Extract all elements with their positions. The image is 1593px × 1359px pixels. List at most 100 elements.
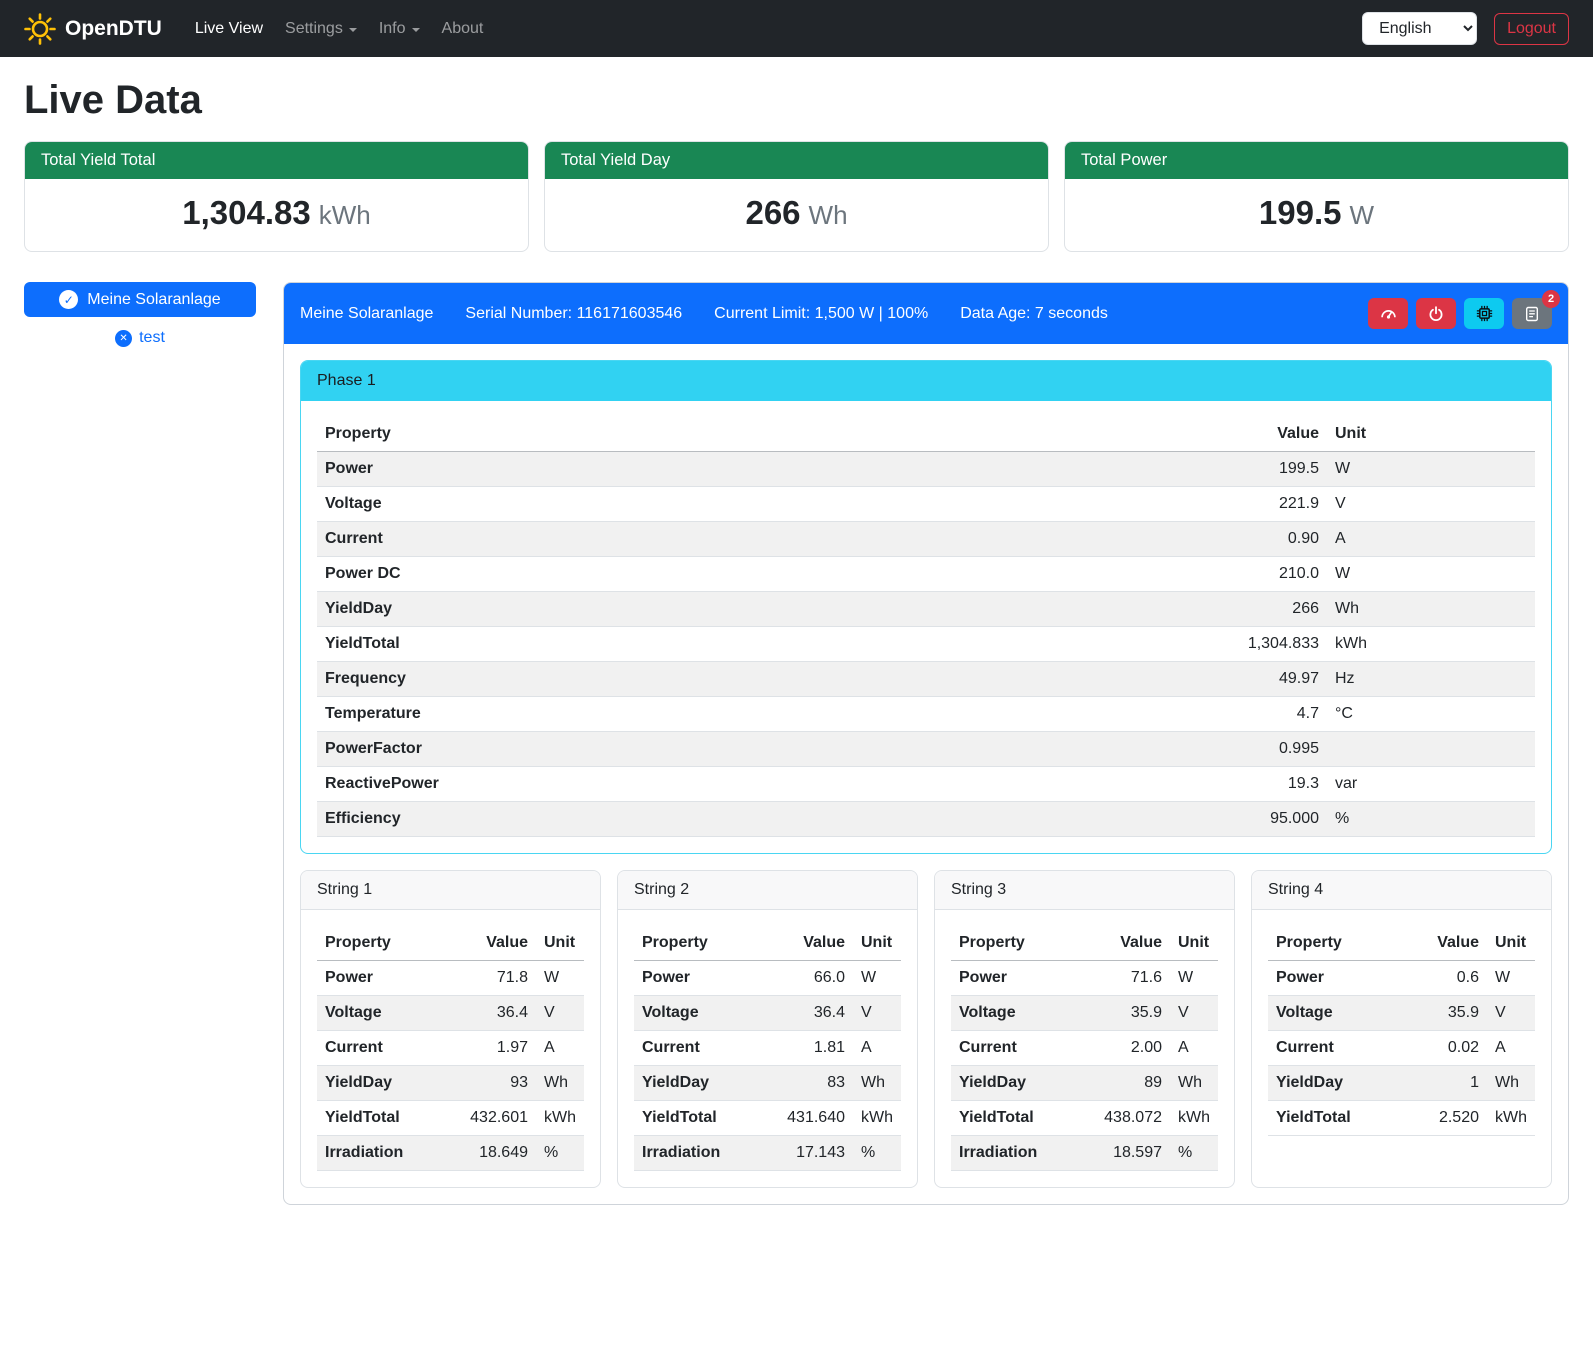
property-cell: ReactivePower [317, 767, 1215, 802]
logout-button[interactable]: Logout [1494, 13, 1569, 45]
property-cell: Current [951, 1031, 1092, 1066]
string-card-title: String 2 [618, 871, 917, 910]
power-toggle-button[interactable] [1416, 298, 1456, 329]
value-cell: 71.8 [458, 961, 536, 996]
language-select[interactable]: English [1362, 12, 1477, 45]
phase-table-body: Power199.5WVoltage221.9VCurrent0.90APowe… [317, 452, 1535, 837]
property-cell: YieldTotal [317, 1101, 458, 1136]
table-row: YieldDay83Wh [634, 1066, 901, 1101]
sun-icon [24, 13, 56, 45]
unit-cell: Wh [1327, 592, 1535, 627]
table-row: YieldTotal431.640kWh [634, 1101, 901, 1136]
property-cell: Irradiation [317, 1136, 458, 1171]
value-cell: 2.00 [1092, 1031, 1170, 1066]
nav-item-live-view[interactable]: Live View [184, 12, 274, 46]
phase-table: Property Value Unit Power199.5WVoltage22… [317, 417, 1535, 837]
property-cell: Power [634, 961, 775, 996]
nav-item-label: Live View [195, 20, 263, 38]
brand[interactable]: OpenDTU [24, 13, 162, 45]
value-cell: 431.640 [775, 1101, 853, 1136]
value-cell: 36.4 [775, 996, 853, 1031]
summary-unit: Wh [809, 200, 848, 230]
unit-cell: kWh [1170, 1101, 1218, 1136]
value-cell: 95.000 [1215, 802, 1327, 837]
value-cell: 432.601 [458, 1101, 536, 1136]
unit-cell: V [1487, 996, 1535, 1031]
property-cell: Current [317, 522, 1215, 557]
column-header-unit: Unit [1327, 417, 1535, 452]
property-cell: Irradiation [634, 1136, 775, 1171]
value-cell: 35.9 [1409, 996, 1487, 1031]
property-cell: YieldTotal [951, 1101, 1092, 1136]
inverter-serial: Serial Number: 116171603546 [465, 305, 682, 323]
property-cell: Current [317, 1031, 458, 1066]
page-title: Live Data [24, 78, 1569, 123]
value-cell: 266 [1215, 592, 1327, 627]
string-card-body: Property Value Unit Power71.6WVoltage35.… [935, 910, 1234, 1187]
nav-item-settings[interactable]: Settings [274, 12, 368, 46]
table-row: Current1.97A [317, 1031, 584, 1066]
string-table-head: Property Value Unit [634, 926, 901, 961]
value-cell: 0.6 [1409, 961, 1487, 996]
table-row: YieldDay89Wh [951, 1066, 1218, 1101]
value-cell: 221.9 [1215, 487, 1327, 522]
column-header-value: Value [1409, 926, 1487, 961]
value-cell: 89 [1092, 1066, 1170, 1101]
string-table-head: Property Value Unit [951, 926, 1218, 961]
brand-label: OpenDTU [65, 17, 162, 41]
column-header-property: Property [951, 926, 1092, 961]
column-header-value: Value [775, 926, 853, 961]
value-cell: 210.0 [1215, 557, 1327, 592]
property-cell: YieldTotal [634, 1101, 775, 1136]
top-navbar: OpenDTU Live View Settings Info About En… [0, 0, 1593, 57]
table-row: Irradiation18.649% [317, 1136, 584, 1171]
table-row: YieldDay266Wh [317, 592, 1535, 627]
event-log-button[interactable]: 2 [1512, 298, 1552, 329]
table-row: Power66.0W [634, 961, 901, 996]
column-header-property: Property [317, 417, 1215, 452]
value-cell: 0.02 [1409, 1031, 1487, 1066]
main-nav: Live View Settings Info About [184, 12, 495, 46]
string-table: Property Value Unit Power71.6WVoltage35.… [951, 926, 1218, 1171]
string-card-4: String 4 Property Value Unit [1251, 870, 1552, 1188]
unit-cell: Wh [1487, 1066, 1535, 1101]
property-cell: Power DC [317, 557, 1215, 592]
unit-cell: V [1327, 487, 1535, 522]
limit-settings-button[interactable] [1368, 298, 1408, 329]
column-header-unit: Unit [536, 926, 584, 961]
inverter-panel-header: Meine Solaranlage Serial Number: 1161716… [284, 283, 1568, 344]
string-table-body: Power71.6WVoltage35.9VCurrent2.00AYieldD… [951, 961, 1218, 1171]
inverter-limit: Current Limit: 1,500 W | 100% [714, 305, 928, 323]
table-row: Voltage36.4V [634, 996, 901, 1031]
unit-cell: A [853, 1031, 901, 1066]
unit-cell: V [853, 996, 901, 1031]
unit-cell: °C [1327, 697, 1535, 732]
inverter-select-meine-solaranlage[interactable]: ✓ Meine Solaranlage [24, 282, 256, 317]
device-info-button[interactable] [1464, 298, 1504, 329]
property-cell: Voltage [1268, 996, 1409, 1031]
column-header-value: Value [458, 926, 536, 961]
summary-value: 199.5 [1259, 194, 1342, 231]
nav-item-about[interactable]: About [431, 12, 495, 46]
table-row: YieldTotal432.601kWh [317, 1101, 584, 1136]
nav-item-info[interactable]: Info [368, 12, 431, 46]
inverter-panel: Meine Solaranlage Serial Number: 1161716… [283, 282, 1569, 1205]
phase-card-title: Phase 1 [301, 361, 1551, 401]
journal-icon [1524, 306, 1540, 322]
inverter-select-test[interactable]: ✕ test [109, 328, 171, 348]
nav-item-label: Info [379, 20, 406, 38]
string-card-body: Property Value Unit Power0.6WVoltage35.9… [1252, 910, 1551, 1187]
table-row: Power71.6W [951, 961, 1218, 996]
table-row: Irradiation17.143% [634, 1136, 901, 1171]
property-cell: Voltage [317, 487, 1215, 522]
value-cell: 1,304.833 [1215, 627, 1327, 662]
summary-card-total-yield-day: Total Yield Day 266Wh [544, 141, 1049, 252]
cpu-icon [1476, 305, 1493, 322]
value-cell: 1 [1409, 1066, 1487, 1101]
table-row: YieldTotal438.072kWh [951, 1101, 1218, 1136]
table-row: Temperature4.7°C [317, 697, 1535, 732]
column-header-unit: Unit [1487, 926, 1535, 961]
property-cell: Power [317, 961, 458, 996]
table-row: ReactivePower19.3var [317, 767, 1535, 802]
value-cell: 0.90 [1215, 522, 1327, 557]
